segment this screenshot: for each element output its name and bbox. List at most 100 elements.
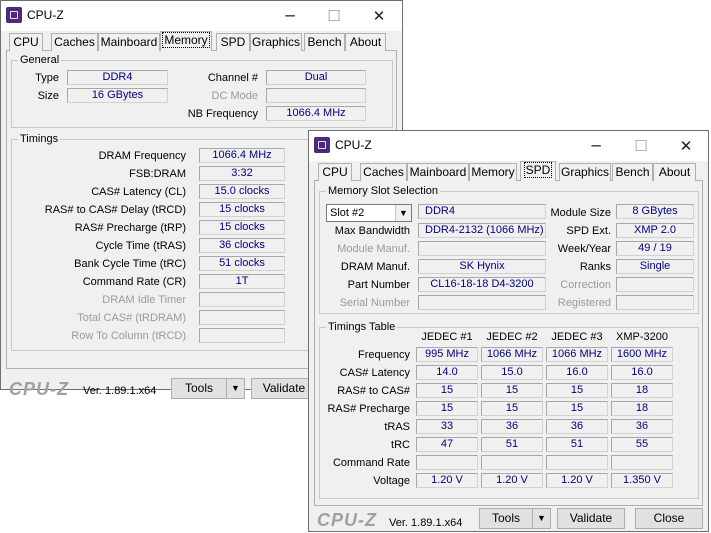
tools-button[interactable]: Tools ▼ [479,508,551,529]
timings-column-header: JEDEC #1 [421,331,473,343]
tab-caches[interactable]: Caches [360,163,407,181]
tab-label: CPU [322,165,348,179]
tools-button[interactable]: Tools ▼ [171,378,245,399]
tools-label: Tools [184,381,213,395]
maximize-icon[interactable]: ☐ [618,131,664,161]
tab-label: Bench [307,35,342,49]
serial-number-value [418,295,546,310]
version-label: Ver. 1.89.1.x64 [389,517,463,529]
tab-label: About [658,165,691,179]
dc-mode-value [266,88,366,103]
tab-cpu[interactable]: CPU [318,163,352,181]
timings-cell: 1.20 V [546,473,608,488]
nb-frequency-label: NB Frequency [187,108,258,120]
timing-value [199,328,285,343]
timing-value [199,310,285,325]
correction-label: Correction [560,279,611,291]
title-bar[interactable]: CPU-Z ─ ☐ ✕ [309,131,708,161]
window-title: CPU-Z [335,138,372,152]
tab-graphics[interactable]: Graphics [250,33,302,51]
tab-memory[interactable]: Memory [160,31,212,52]
tab-label: About [349,35,382,49]
cpuz-window-spd: CPU-Z ─ ☐ ✕ CPU Caches Mainboard Memory … [308,130,709,532]
cpuz-logo: CPU-Z [9,379,69,399]
tab-spd[interactable]: SPD [520,161,556,182]
close-icon[interactable]: ✕ [356,1,402,31]
tools-label: Tools [491,511,520,525]
window-title: CPU-Z [27,8,64,22]
timings-cell: 1600 MHz [611,347,673,362]
tab-label: SPD [523,162,553,178]
validate-button[interactable]: Validate [557,508,625,529]
cpuz-app-icon [314,137,330,153]
serial-number-label: Serial Number [339,297,410,309]
cpuz-logo: CPU-Z [317,510,377,530]
timings-row-label: CAS# Latency [339,367,410,379]
maximize-icon[interactable]: ☐ [311,1,357,31]
module-size-label: Module Size [550,207,611,219]
timings-cell: 18 [611,383,673,398]
max-bandwidth-value: DDR4-2132 (1066 MHz) [418,223,546,238]
close-icon[interactable]: ✕ [663,131,709,161]
title-bar[interactable]: CPU-Z ─ ☐ ✕ [1,1,402,31]
tab-label: Mainboard [100,35,158,49]
timing-label: FSB:DRAM [129,168,186,180]
spd-panel: Memory Slot Selection Slot #2 ▼ DDR4 Mod… [314,181,703,506]
close-label: Close [653,511,685,525]
week-year-label: Week/Year [557,243,611,255]
chevron-down-icon[interactable]: ▼ [395,205,411,221]
module-size-value: 8 GBytes [616,204,694,219]
tab-bench[interactable]: Bench [304,33,345,51]
timing-label: Row To Column (tRCD) [71,330,186,342]
tab-graphics[interactable]: Graphics [559,163,611,181]
timings-cell: 15 [416,401,478,416]
timing-value: 15 clocks [199,220,285,235]
tab-mainboard[interactable]: Mainboard [407,163,469,181]
tab-label: Graphics [251,35,301,49]
timings-row-label: RAS# to CAS# [337,385,410,397]
tab-about[interactable]: About [345,33,386,51]
timing-value: 1T [199,274,285,289]
tab-label: CPU [13,35,39,49]
timings-cell [416,455,478,470]
minimize-icon[interactable]: ─ [573,131,619,161]
week-year-value: 49 / 19 [616,241,694,256]
correction-value [616,277,694,292]
timings-cell: 16.0 [611,365,673,380]
tab-about[interactable]: About [653,163,696,181]
tab-caches[interactable]: Caches [51,33,98,51]
spd-ext-label: SPD Ext. [566,225,611,237]
group-title: Timings Table [326,320,398,334]
tab-label: Memory [162,32,210,48]
timing-label: Command Rate (CR) [82,276,186,288]
tab-label: Caches [363,165,404,179]
timings-cell: 55 [611,437,673,452]
tools-dropdown-icon[interactable]: ▼ [532,509,550,528]
minimize-icon[interactable]: ─ [267,1,313,31]
timings-cell: 51 [481,437,543,452]
tab-bar: CPU Caches Mainboard Memory SPD Graphics… [6,31,397,52]
timings-cell: 1066 MHz [546,347,608,362]
tab-bench[interactable]: Bench [612,163,653,181]
tab-spd[interactable]: SPD [216,33,250,51]
timings-cell: 36 [546,419,608,434]
size-value: 16 GBytes [67,88,168,103]
tab-label: SPD [220,35,246,49]
tools-dropdown-icon[interactable]: ▼ [226,379,244,398]
timing-label: RAS# to CAS# Delay (tRCD) [44,204,186,216]
timings-cell: 1.20 V [481,473,543,488]
tab-memory[interactable]: Memory [469,163,517,181]
registered-label: Registered [557,297,611,309]
timings-cell: 1.20 V [416,473,478,488]
timings-cell: 33 [416,419,478,434]
ranks-label: Ranks [579,261,611,273]
timings-cell: 14.0 [416,365,478,380]
group-title: Timings [18,132,61,146]
timings-row-label: RAS# Precharge [327,403,410,415]
tab-cpu[interactable]: CPU [9,33,43,51]
tab-mainboard[interactable]: Mainboard [98,33,160,51]
slot-select[interactable]: Slot #2 ▼ [326,204,412,222]
close-button[interactable]: Close [635,508,703,529]
timings-row-label: tRC [391,439,410,451]
timings-cell: 18 [611,401,673,416]
